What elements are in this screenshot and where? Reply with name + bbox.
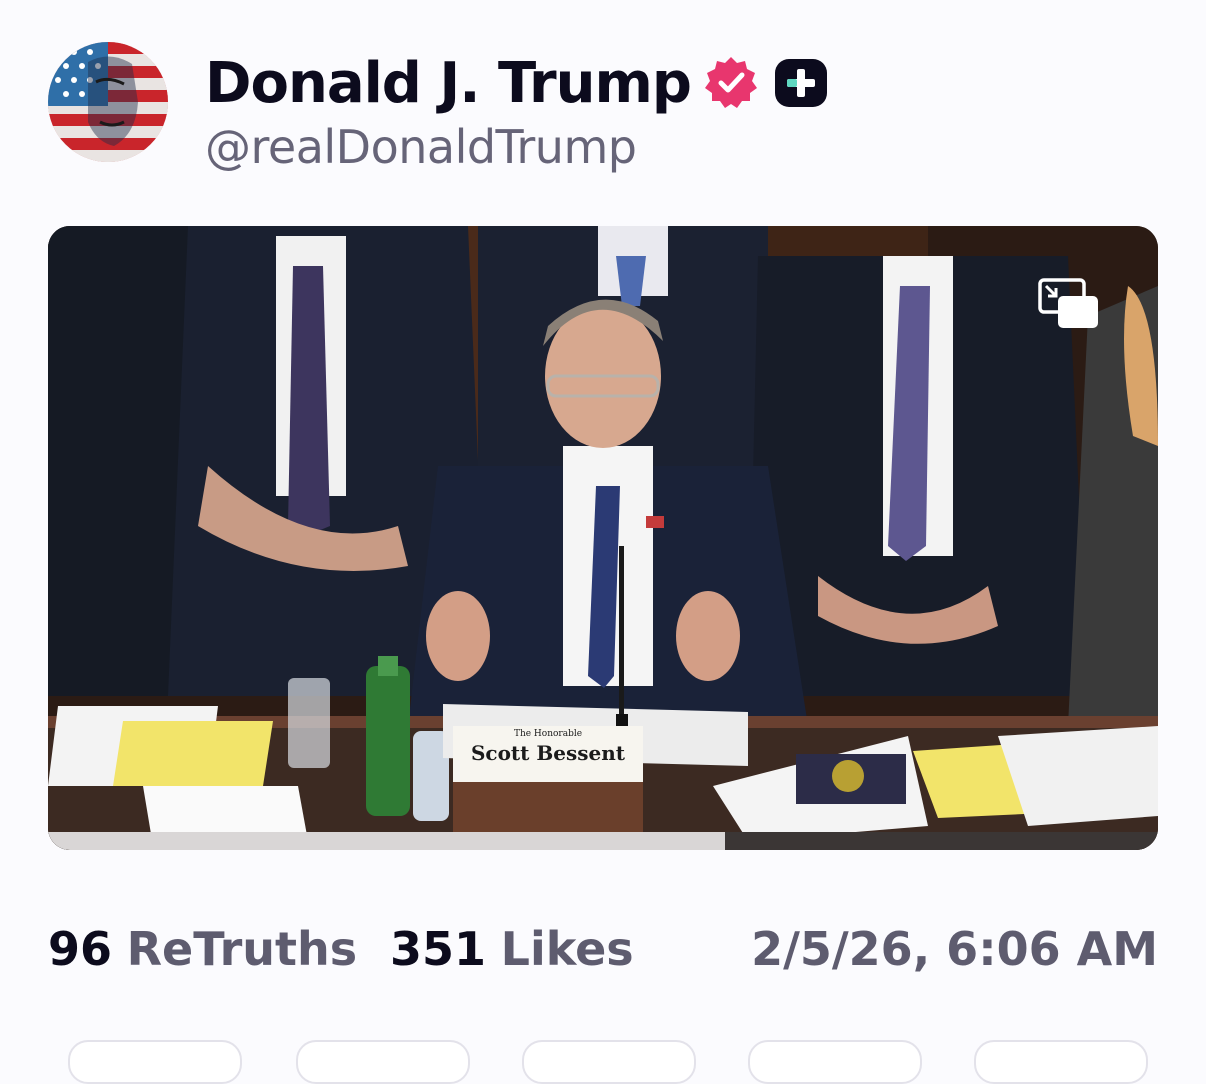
- avatar-flag-portrait-icon: [48, 42, 168, 162]
- likes-label: Likes: [500, 922, 634, 976]
- likes-count: 351: [390, 922, 487, 976]
- more-button[interactable]: [974, 1040, 1148, 1084]
- nameplate-title: The Honorable: [513, 729, 583, 739]
- retruth-button[interactable]: [296, 1040, 470, 1084]
- nameplate-name: Scott Bessent: [470, 741, 626, 765]
- share-button[interactable]: [748, 1040, 922, 1084]
- retruths-count: 96: [48, 922, 113, 976]
- user-handle[interactable]: @realDonaldTrump: [205, 120, 637, 174]
- verified-badge-icon: [704, 57, 757, 108]
- display-name[interactable]: Donald J. Trump: [205, 51, 692, 116]
- action-bar: [48, 1040, 1158, 1084]
- plus-badge-icon: [774, 59, 827, 107]
- post-stats: 96 ReTruths 351 Likes 2/5/26, 6:06 AM: [48, 922, 1158, 986]
- video-player[interactable]: The Honorable Scott Bessent: [48, 226, 1158, 850]
- video-progress-bar[interactable]: [48, 832, 1158, 850]
- post-timestamp: 2/5/26, 6:06 AM: [751, 922, 1158, 976]
- retruths-stat[interactable]: 96 ReTruths: [48, 922, 357, 976]
- nameplate-text: The Honorable Scott Bessent: [453, 729, 643, 765]
- video-progress-fill: [48, 832, 726, 850]
- avatar[interactable]: [48, 42, 168, 162]
- reply-button[interactable]: [68, 1040, 242, 1084]
- retruths-label: ReTruths: [126, 922, 358, 976]
- picture-in-picture-icon[interactable]: [1038, 278, 1100, 330]
- like-button[interactable]: [522, 1040, 696, 1084]
- likes-stat[interactable]: 351 Likes: [390, 922, 634, 976]
- post-header: Donald J. Trump @realDonaldTrump: [48, 42, 1158, 174]
- name-row: Donald J. Trump: [205, 48, 829, 118]
